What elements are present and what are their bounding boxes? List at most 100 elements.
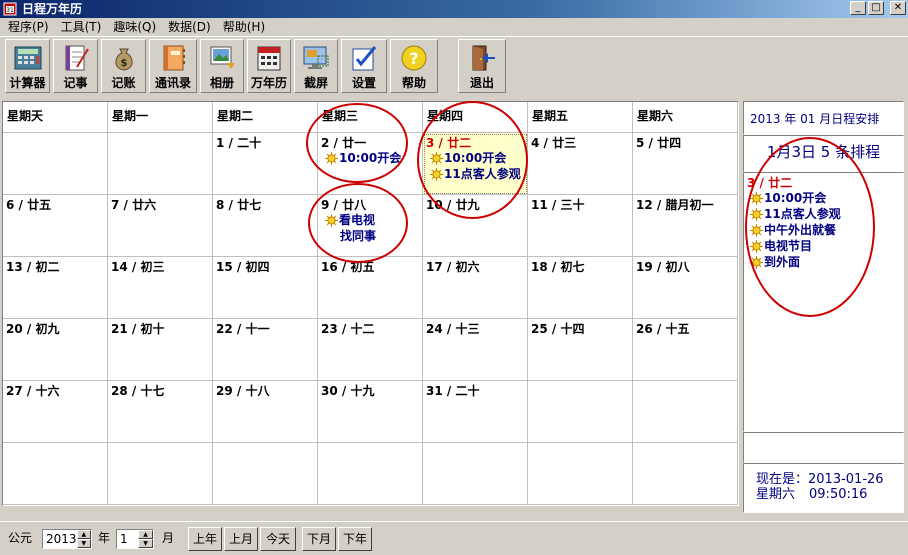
menu-program[interactable]: 程序(P) (2, 19, 55, 35)
weekday-header: 星期一 (108, 102, 213, 133)
sun-alarm-icon (325, 213, 338, 227)
month-up-arrow-icon[interactable]: ▲ (138, 530, 153, 539)
selected-date: 3 / 廿二 (747, 176, 793, 190)
day-schedule-count: 1月3日 5 条排程 (766, 143, 881, 161)
day-cell[interactable]: 15 / 初四 (213, 257, 318, 319)
addressbook-button[interactable]: 通讯录 (149, 39, 197, 93)
day-cell[interactable]: 29 / 十八 (213, 381, 318, 443)
calendar-event[interactable]: 10:00开会 (430, 150, 527, 166)
day-events-list[interactable]: 3 / 廿二 10:00开会 11点客人参观 中午外出就餐 电视节目 到外面 (743, 172, 904, 432)
empty-day-cell[interactable] (528, 443, 633, 505)
empty-day-cell[interactable] (633, 381, 738, 443)
day-cell[interactable]: 19 / 初八 (633, 257, 738, 319)
day-cell[interactable]: 26 / 十五 (633, 319, 738, 381)
schedule-item[interactable]: 11点客人参观 (750, 206, 903, 222)
calendar-event[interactable]: 11点客人参观 (430, 166, 527, 182)
day-cell[interactable]: 9 / 廿八 看电视 找同事 (318, 195, 423, 257)
day-cell[interactable]: 1 / 二十 (213, 133, 318, 195)
empty-day-cell[interactable] (108, 443, 213, 505)
month-down-arrow-icon[interactable]: ▼ (138, 539, 153, 548)
day-cell[interactable]: 17 / 初六 (423, 257, 528, 319)
next-month-button[interactable]: 下月 (302, 527, 336, 551)
schedule-item[interactable]: 10:00开会 (750, 190, 903, 206)
day-cell[interactable]: 8 / 廿七 (213, 195, 318, 257)
settings-button[interactable]: 设置 (341, 39, 387, 93)
help-button[interactable]: ? 帮助 (390, 39, 438, 93)
day-cell[interactable]: 11 / 三十 (528, 195, 633, 257)
day-cell[interactable]: 22 / 十一 (213, 319, 318, 381)
perpetual-calendar-button[interactable]: 万年历 (247, 39, 291, 93)
year-down-arrow-icon[interactable]: ▼ (76, 539, 91, 548)
minimize-button[interactable]: _ (850, 1, 866, 15)
calendar-event[interactable]: 找同事 (340, 228, 422, 244)
menu-fun[interactable]: 趣味(Q) (107, 19, 162, 35)
calendar-event-text: 11点客人参观 (444, 167, 521, 181)
day-cell[interactable]: 23 / 十二 (318, 319, 423, 381)
day-cell[interactable]: 5 / 廿四 (633, 133, 738, 195)
day-cell[interactable]: 31 / 二十 (423, 381, 528, 443)
sun-alarm-icon (750, 223, 763, 237)
day-cell[interactable]: 16 / 初五 (318, 257, 423, 319)
empty-day-cell[interactable] (528, 381, 633, 443)
menu-tools[interactable]: 工具(T) (55, 19, 108, 35)
calculator-button[interactable]: 计算器 (5, 39, 50, 93)
schedule-item[interactable]: 中午外出就餐 (750, 222, 903, 238)
day-date-label: 10 / 廿九 (426, 198, 480, 212)
day-date-label: 16 / 初五 (321, 260, 375, 274)
day-cell[interactable]: 28 / 十七 (108, 381, 213, 443)
day-cell[interactable]: 13 / 初二 (3, 257, 108, 319)
calendar-event-text: 看电视 (339, 213, 376, 227)
year-value[interactable]: 2013 (43, 530, 77, 548)
empty-day-cell[interactable] (3, 443, 108, 505)
year-up-arrow-icon[interactable]: ▲ (76, 530, 91, 539)
day-cell[interactable]: 12 / 腊月初一 (633, 195, 738, 257)
day-cell[interactable]: 10 / 廿九 (423, 195, 528, 257)
month-spinner[interactable]: 1 ▲ ▼ (116, 529, 154, 549)
empty-day-cell[interactable] (108, 133, 213, 195)
day-cell[interactable]: 2 / 廿一 10:00开会 (318, 133, 423, 195)
day-cell[interactable]: 27 / 十六 (3, 381, 108, 443)
calendar-event[interactable]: 10:00开会 (325, 150, 422, 166)
day-cell[interactable]: 30 / 十九 (318, 381, 423, 443)
year-spinner[interactable]: 2013 ▲ ▼ (42, 529, 92, 549)
day-date-label: 6 / 廿五 (6, 198, 52, 212)
day-cell[interactable]: 6 / 廿五 (3, 195, 108, 257)
day-cell[interactable]: 18 / 初七 (528, 257, 633, 319)
schedule-item[interactable]: 电视节目 (750, 238, 903, 254)
day-cell[interactable]: 24 / 十三 (423, 319, 528, 381)
screenshot-button[interactable]: 截屏 (294, 39, 338, 93)
menu-help[interactable]: 帮助(H) (217, 19, 271, 35)
notepad-button[interactable]: 记事 (53, 39, 98, 93)
day-cell[interactable]: 25 / 十四 (528, 319, 633, 381)
schedule-item-text: 到外面 (764, 255, 801, 269)
weekday-header: 星期四 (423, 102, 528, 133)
menu-data[interactable]: 数据(D) (162, 19, 217, 35)
prev-year-button[interactable]: 上年 (188, 527, 222, 551)
schedule-item-text: 11点客人参观 (764, 207, 841, 221)
day-date-label: 29 / 十八 (216, 384, 270, 398)
empty-day-cell[interactable] (213, 443, 318, 505)
calendar-event[interactable]: 看电视 (325, 212, 422, 228)
month-value[interactable]: 1 (117, 530, 138, 548)
exit-button[interactable]: 退出 (458, 39, 506, 93)
accounting-button[interactable]: $ 记账 (101, 39, 146, 93)
empty-day-cell[interactable] (423, 443, 528, 505)
prev-month-button[interactable]: 上月 (224, 527, 258, 551)
photo-album-button[interactable]: 相册 (200, 39, 244, 93)
today-button[interactable]: 今天 (260, 527, 296, 551)
day-cell[interactable]: 21 / 初十 (108, 319, 213, 381)
day-cell[interactable]: 4 / 廿三 (528, 133, 633, 195)
day-cell[interactable]: 3 / 廿二 10:00开会 11点客人参观 (423, 133, 528, 195)
maximize-button[interactable]: □ (868, 1, 884, 15)
toolbar: 计算器 记事 $ 记账 通讯录 相册 万年历 截屏 设置 ? 帮助 退出 (0, 36, 908, 94)
empty-day-cell[interactable] (318, 443, 423, 505)
day-cell[interactable]: 14 / 初三 (108, 257, 213, 319)
next-year-button[interactable]: 下年 (338, 527, 372, 551)
schedule-item[interactable]: 到外面 (750, 254, 903, 270)
empty-day-cell[interactable] (3, 133, 108, 195)
day-cell[interactable]: 7 / 廿六 (108, 195, 213, 257)
svg-text:$: $ (120, 58, 127, 69)
close-button[interactable]: ✕ (890, 1, 906, 15)
day-cell[interactable]: 20 / 初九 (3, 319, 108, 381)
empty-day-cell[interactable] (633, 443, 738, 505)
